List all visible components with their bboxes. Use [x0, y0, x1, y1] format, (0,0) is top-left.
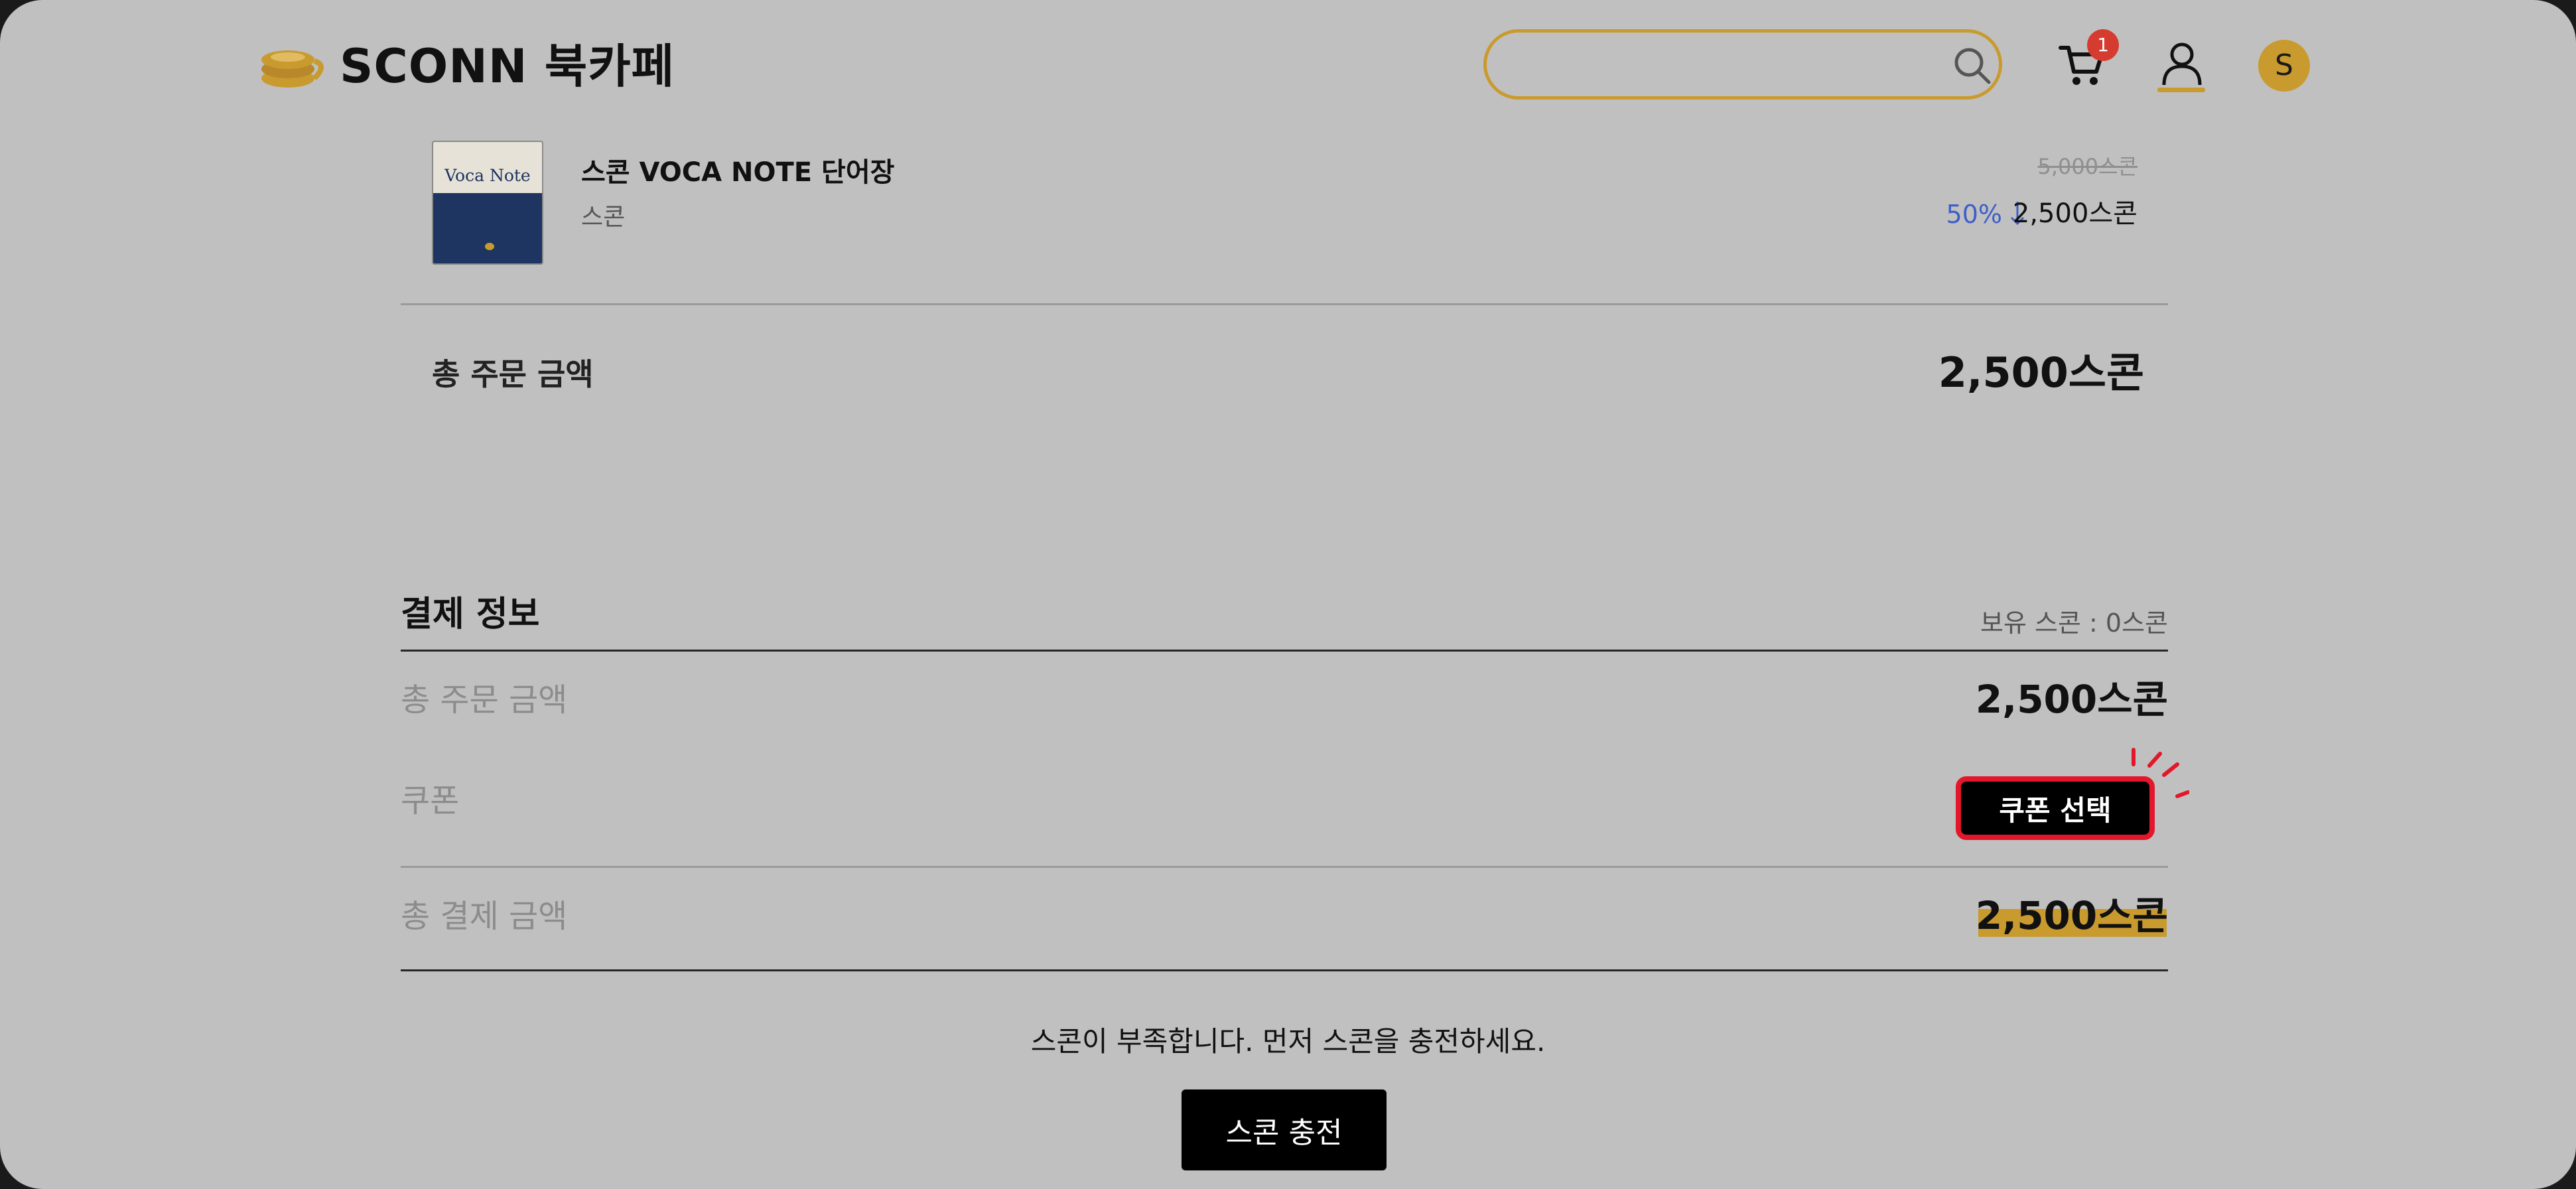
balance-text: 보유 스콘 : 0스콘	[1980, 608, 2168, 638]
order-total-value: 2,500스콘	[1938, 348, 2144, 397]
app-window: SCONN 북카페 1 S Voca Note 스콘 VOCA NOTE 단어장…	[0, 0, 2576, 1189]
discount-rate: 50%	[1946, 200, 2002, 229]
user-icon[interactable]	[2161, 41, 2203, 88]
avatar[interactable]: S	[2258, 40, 2310, 92]
search-icon[interactable]	[1952, 45, 1993, 86]
brand-name[interactable]: SCONN 북카페	[340, 38, 675, 94]
active-indicator	[2157, 88, 2205, 92]
book-cover-title: Voca Note	[444, 166, 531, 185]
payment-total-label: 총 결제 금액	[401, 898, 568, 935]
payment-total-value: 2,500스콘	[1975, 893, 2168, 938]
product-brand: 스콘	[581, 204, 626, 231]
cart-count-badge: 1	[2087, 29, 2119, 61]
coupon-label: 쿠폰	[401, 782, 460, 819]
order-total-label: 총 주문 금액	[432, 356, 594, 392]
sparkle-icon	[2132, 748, 2189, 798]
sale-price: 2,500스콘	[2012, 198, 2137, 229]
product-name: 스콘 VOCA NOTE 단어장	[581, 157, 895, 188]
original-price: 5,000스콘	[2037, 154, 2138, 179]
payment-info-title: 결제 정보	[401, 594, 540, 634]
divider	[401, 303, 2168, 305]
payment-order-total-value: 2,500스콘	[1975, 677, 2168, 722]
book-cover-image: Voca Note	[432, 141, 543, 265]
charge-sconn-button[interactable]: 스콘 충전	[1182, 1089, 1387, 1170]
payment-order-total-label: 총 주문 금액	[401, 681, 568, 719]
section-divider	[401, 969, 2168, 971]
logo-coffee-icon[interactable]	[257, 41, 329, 94]
insufficient-balance-notice: 스콘이 부족합니다. 먼저 스콘을 충전하세요.	[1030, 1025, 1546, 1058]
divider	[401, 866, 2168, 868]
section-divider	[401, 650, 2168, 652]
search-input[interactable]	[1513, 46, 1927, 87]
search-box[interactable]	[1483, 29, 2002, 100]
